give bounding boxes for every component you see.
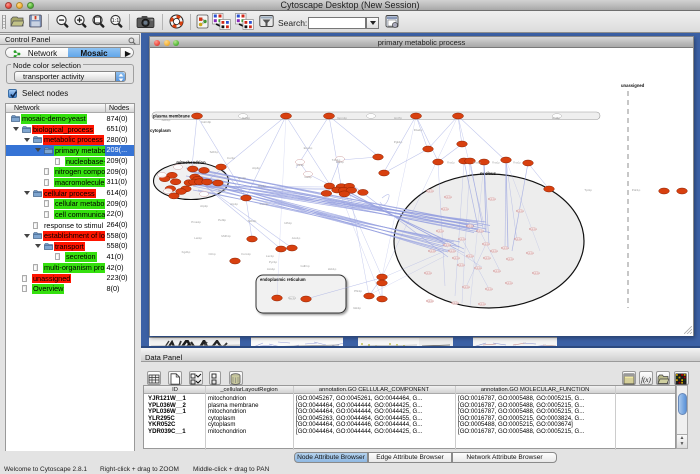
svg-text:Rpb1p: Rpb1p bbox=[424, 271, 432, 275]
svg-text:Sec1p: Sec1p bbox=[288, 296, 296, 300]
svg-text:Rpb1p: Rpb1p bbox=[478, 302, 486, 306]
svg-text:Rna1p: Rna1p bbox=[513, 161, 521, 165]
svg-text:plasma membrane: plasma membrane bbox=[153, 114, 190, 119]
svg-text:Rpb1p: Rpb1p bbox=[529, 227, 537, 231]
svg-text:Glk1p: Glk1p bbox=[353, 306, 361, 310]
svg-text:Mdh1p: Mdh1p bbox=[221, 234, 231, 238]
svg-text:Cdc2p: Cdc2p bbox=[296, 163, 304, 167]
svg-text:Gpm1p: Gpm1p bbox=[337, 116, 347, 120]
svg-text:Sdh2p: Sdh2p bbox=[248, 219, 257, 223]
svg-text:Pdc1p: Pdc1p bbox=[632, 188, 641, 192]
svg-text:Rna1p: Rna1p bbox=[473, 161, 481, 165]
svg-text:Rpb1p: Rpb1p bbox=[485, 287, 493, 291]
svg-text:Adh1p: Adh1p bbox=[162, 118, 171, 122]
svg-text:Rpb1p: Rpb1p bbox=[532, 271, 540, 275]
svg-text:Tdh1p: Tdh1p bbox=[332, 158, 341, 162]
svg-text:1:1: 1:1 bbox=[112, 18, 120, 24]
svg-text:Rpb1p: Rpb1p bbox=[474, 266, 482, 270]
svg-text:Fba1p: Fba1p bbox=[414, 128, 423, 132]
svg-text:Lsc1p: Lsc1p bbox=[266, 254, 274, 258]
svg-text:cytoplasm: cytoplasm bbox=[150, 128, 171, 133]
svg-text:Acs1p: Acs1p bbox=[267, 267, 276, 271]
svg-text:Pgk1p: Pgk1p bbox=[394, 140, 403, 144]
svg-text:Rpb1p: Rpb1p bbox=[443, 243, 451, 247]
svg-text:Rpb1p: Rpb1p bbox=[426, 299, 434, 303]
svg-text:Rpb1p: Rpb1p bbox=[436, 229, 444, 233]
svg-text:Rna1p: Rna1p bbox=[447, 161, 455, 165]
svg-text:Cox4p: Cox4p bbox=[260, 202, 269, 206]
svg-text:Hxt7p: Hxt7p bbox=[394, 116, 402, 120]
svg-text:Rpb1p: Rpb1p bbox=[516, 209, 524, 213]
svg-text:Rpb1p: Rpb1p bbox=[490, 249, 498, 253]
svg-text:Pyc1p: Pyc1p bbox=[269, 260, 278, 264]
svg-text:Rpb1p: Rpb1p bbox=[488, 197, 496, 201]
svg-text:Gal2p: Gal2p bbox=[242, 116, 250, 120]
svg-text:Cdc19p: Cdc19p bbox=[201, 120, 212, 124]
svg-text:Pfk1p: Pfk1p bbox=[354, 289, 362, 293]
svg-text:Rpb1p: Rpb1p bbox=[441, 207, 449, 211]
svg-text:Rpb1p: Rpb1p bbox=[458, 237, 466, 241]
svg-text:Rpb1p: Rpb1p bbox=[466, 224, 474, 228]
svg-text:Aco1p: Aco1p bbox=[292, 236, 301, 240]
svg-text:f(x): f(x) bbox=[641, 376, 651, 384]
svg-text:Rpb1p: Rpb1p bbox=[426, 189, 434, 193]
svg-text:Rpb1p: Rpb1p bbox=[505, 281, 513, 285]
svg-text:Idh1p: Idh1p bbox=[284, 221, 292, 225]
svg-text:Atp2p: Atp2p bbox=[200, 204, 208, 208]
svg-text:unassigned: unassigned bbox=[621, 83, 645, 88]
svg-text:Pet9p: Pet9p bbox=[218, 218, 226, 222]
svg-text:Rpb1p: Rpb1p bbox=[462, 285, 470, 289]
svg-text:Kgd1p: Kgd1p bbox=[182, 250, 191, 254]
svg-text:Hxt6p: Hxt6p bbox=[552, 116, 560, 120]
svg-text:Qcr2p: Qcr2p bbox=[238, 176, 247, 180]
svg-text:Tpi1p: Tpi1p bbox=[584, 188, 592, 192]
svg-text:Rpb1p: Rpb1p bbox=[476, 229, 484, 233]
svg-text:Hxk1p: Hxk1p bbox=[328, 267, 337, 271]
svg-text:Rpb1p: Rpb1p bbox=[506, 257, 514, 261]
svg-text:Atp1p: Atp1p bbox=[230, 202, 238, 206]
svg-text:Rpb1p: Rpb1p bbox=[514, 237, 522, 241]
svg-text:Atp4p: Atp4p bbox=[252, 166, 260, 170]
svg-text:Lat1p: Lat1p bbox=[194, 236, 202, 240]
svg-text:Gdh1p: Gdh1p bbox=[300, 264, 309, 268]
svg-text:Rpb1p: Rpb1p bbox=[493, 269, 501, 273]
svg-text:Rpb1p: Rpb1p bbox=[526, 251, 534, 255]
svg-text:Rpb1p: Rpb1p bbox=[448, 249, 456, 253]
svg-text:Rpb1p: Rpb1p bbox=[444, 195, 452, 199]
svg-text:endoplasmic reticulum: endoplasmic reticulum bbox=[260, 277, 306, 282]
svg-text:Rpb1p: Rpb1p bbox=[501, 246, 509, 250]
svg-text:Sdh1p: Sdh1p bbox=[210, 150, 219, 154]
svg-text:Rpb1p: Rpb1p bbox=[428, 249, 436, 253]
svg-text:Rip1p: Rip1p bbox=[258, 184, 266, 188]
svg-text:Fum1p: Fum1p bbox=[241, 252, 251, 256]
svg-text:Rpb1p: Rpb1p bbox=[482, 242, 490, 246]
svg-text:Cyt1p: Cyt1p bbox=[218, 188, 226, 192]
svg-text:Rpb1p: Rpb1p bbox=[457, 263, 465, 267]
svg-text:Rpb1p: Rpb1p bbox=[452, 256, 460, 260]
svg-text:Cor1p: Cor1p bbox=[227, 156, 236, 160]
svg-text:Rpb1p: Rpb1p bbox=[466, 254, 474, 258]
svg-text:Cit1p: Cit1p bbox=[208, 252, 215, 256]
svg-text:Rpb1p: Rpb1p bbox=[483, 256, 491, 260]
svg-text:Rpb1p: Rpb1p bbox=[451, 301, 459, 305]
svg-text:Pma1p: Pma1p bbox=[191, 220, 201, 224]
svg-text:Rna1p: Rna1p bbox=[492, 161, 500, 165]
svg-text:Eno1p: Eno1p bbox=[304, 146, 313, 150]
svg-text:mitochondrion: mitochondrion bbox=[176, 160, 206, 165]
svg-text:Gal4p: Gal4p bbox=[304, 175, 312, 179]
